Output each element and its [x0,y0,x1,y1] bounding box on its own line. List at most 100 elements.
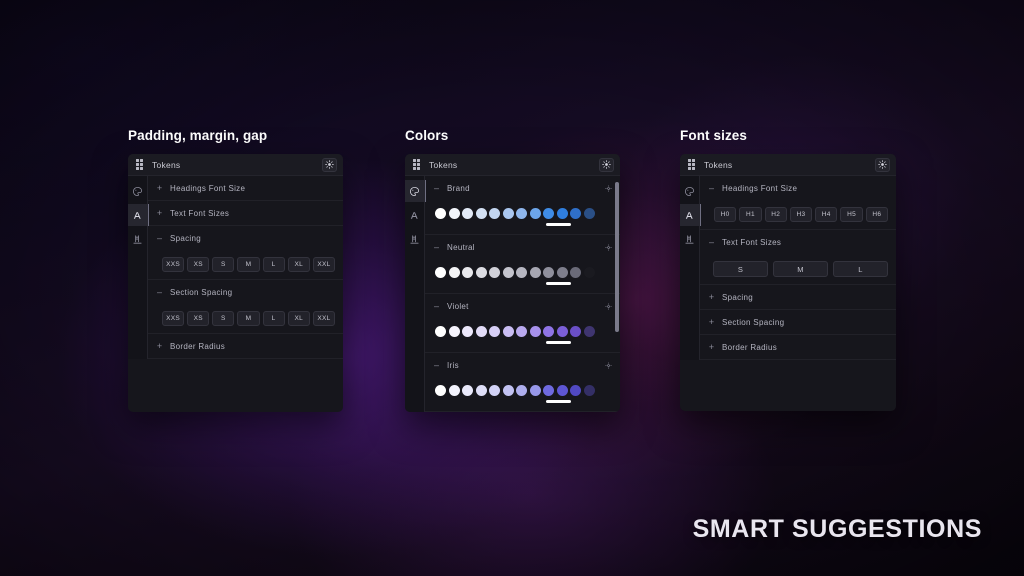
section-row-headings-font-size[interactable]: + Headings Font Size [148,176,343,201]
heading-size-chip[interactable]: H6 [865,207,888,222]
color-swatch[interactable] [583,208,595,219]
color-swatch[interactable] [583,326,595,337]
expand-toggle-icon[interactable]: + [707,317,716,327]
color-swatch[interactable] [462,326,473,337]
section-row-spacing[interactable]: – Spacing [148,226,343,251]
panel-header[interactable]: Tokens [405,154,620,176]
heading-size-chip[interactable]: H0 [714,207,737,222]
section-spacing-chip[interactable]: L [262,311,285,326]
sun-brightness-icon[interactable] [875,157,890,172]
color-swatch[interactable] [435,267,446,278]
section-row-text-font-sizes[interactable]: – Text Font Sizes [700,230,896,255]
color-swatch[interactable] [543,267,554,278]
panel-header[interactable]: Tokens [680,154,896,176]
color-swatch[interactable] [448,326,460,337]
section-row-border-radius[interactable]: + Border Radius [700,335,896,360]
sun-brightness-icon[interactable] [599,157,614,172]
section-row-text-font-sizes[interactable]: + Text Font Sizes [148,201,343,226]
color-swatch[interactable] [529,385,541,396]
color-swatch[interactable] [462,208,473,219]
color-swatch[interactable] [502,385,514,396]
color-swatch[interactable] [462,267,473,278]
heading-size-chip[interactable]: H2 [764,207,787,222]
color-swatch[interactable] [570,267,581,278]
color-swatch[interactable] [448,385,460,396]
text-size-chip[interactable]: S [713,261,768,277]
color-swatch[interactable] [448,208,460,219]
color-group-row-brand[interactable]: – Brand [425,176,620,201]
section-row-headings-font-size[interactable]: – Headings Font Size [700,176,896,201]
rail-item-typography[interactable] [128,204,149,226]
color-swatch[interactable] [516,267,527,278]
color-swatch[interactable] [570,385,581,396]
rail-item-spacing[interactable] [680,228,700,250]
color-swatch[interactable] [489,208,500,219]
spacing-chip[interactable]: S [212,257,235,272]
sun-brightness-icon[interactable] [322,157,337,172]
spacing-chip[interactable]: XS [187,257,210,272]
collapse-toggle-icon[interactable]: – [155,234,164,243]
collapse-toggle-icon[interactable]: – [707,184,716,193]
color-swatch[interactable] [529,267,541,278]
heading-size-chip[interactable]: H5 [840,207,863,222]
color-group-row-neutral[interactable]: – Neutral [425,235,620,260]
text-size-chip[interactable]: L [833,261,888,277]
color-swatch[interactable] [502,326,514,337]
color-swatch[interactable] [475,385,487,396]
color-swatch[interactable] [448,267,460,278]
reset-target-icon[interactable] [605,244,612,251]
spacing-chip[interactable]: XXL [312,257,335,272]
tokens-panel-spacing[interactable]: Tokens + Headings Font Size + Text Font … [128,154,343,412]
heading-size-chip[interactable]: H3 [789,207,813,222]
reset-target-icon[interactable] [605,185,612,192]
color-swatch[interactable] [583,267,595,278]
color-swatch[interactable] [435,326,446,337]
section-row-section-spacing[interactable]: + Section Spacing [700,310,896,335]
rail-item-colors[interactable] [680,180,700,202]
section-row-section-spacing[interactable]: – Section Spacing [148,280,343,305]
color-swatch[interactable] [475,208,487,219]
rail-item-colors[interactable] [405,180,426,202]
section-spacing-chip[interactable]: XS [187,311,210,326]
vertical-scrollbar[interactable] [615,176,619,412]
expand-toggle-icon[interactable]: + [155,341,164,351]
color-swatch[interactable] [435,208,446,219]
rail-item-typography[interactable] [680,204,701,226]
heading-size-chip[interactable]: H4 [815,207,838,222]
collapse-toggle-icon[interactable]: – [432,361,441,370]
panel-header[interactable]: Tokens [128,154,343,176]
rail-item-typography[interactable] [405,204,425,226]
spacing-chip[interactable]: L [262,257,285,272]
expand-toggle-icon[interactable]: + [155,183,164,193]
collapse-toggle-icon[interactable]: – [432,243,441,252]
color-swatch[interactable] [516,208,527,219]
color-group-row-violet[interactable]: – Violet [425,294,620,319]
color-swatch[interactable] [583,385,595,396]
scrollbar-thumb[interactable] [615,182,619,332]
section-row-border-radius[interactable]: + Border Radius [148,334,343,359]
heading-size-chip[interactable]: H1 [739,207,762,222]
color-swatch[interactable] [556,326,568,337]
spacing-chip[interactable]: M [237,257,260,272]
text-size-chip[interactable]: M [773,261,828,277]
expand-toggle-icon[interactable]: + [707,342,716,352]
spacing-chip[interactable]: XXS [162,257,185,272]
rail-item-spacing[interactable] [405,228,425,250]
section-spacing-chip[interactable]: M [237,311,260,326]
spacing-chip[interactable]: XL [287,257,310,272]
color-swatch[interactable] [462,385,473,396]
expand-toggle-icon[interactable]: + [155,208,164,218]
tokens-panel-colors[interactable]: Tokens – Brand – Neutral – Violet – Iris [405,154,620,412]
color-swatch[interactable] [516,326,527,337]
collapse-toggle-icon[interactable]: – [432,184,441,193]
section-spacing-chip[interactable]: XXL [312,311,335,326]
color-group-row-iris[interactable]: – Iris [425,353,620,378]
section-row-spacing[interactable]: + Spacing [700,285,896,310]
section-spacing-chip[interactable]: XXS [162,311,185,326]
rail-item-spacing[interactable] [128,228,148,250]
color-swatch[interactable] [516,385,527,396]
collapse-toggle-icon[interactable]: – [707,238,716,247]
color-swatch[interactable] [529,208,541,219]
collapse-toggle-icon[interactable]: – [155,288,164,297]
section-spacing-chip[interactable]: XL [287,311,310,326]
